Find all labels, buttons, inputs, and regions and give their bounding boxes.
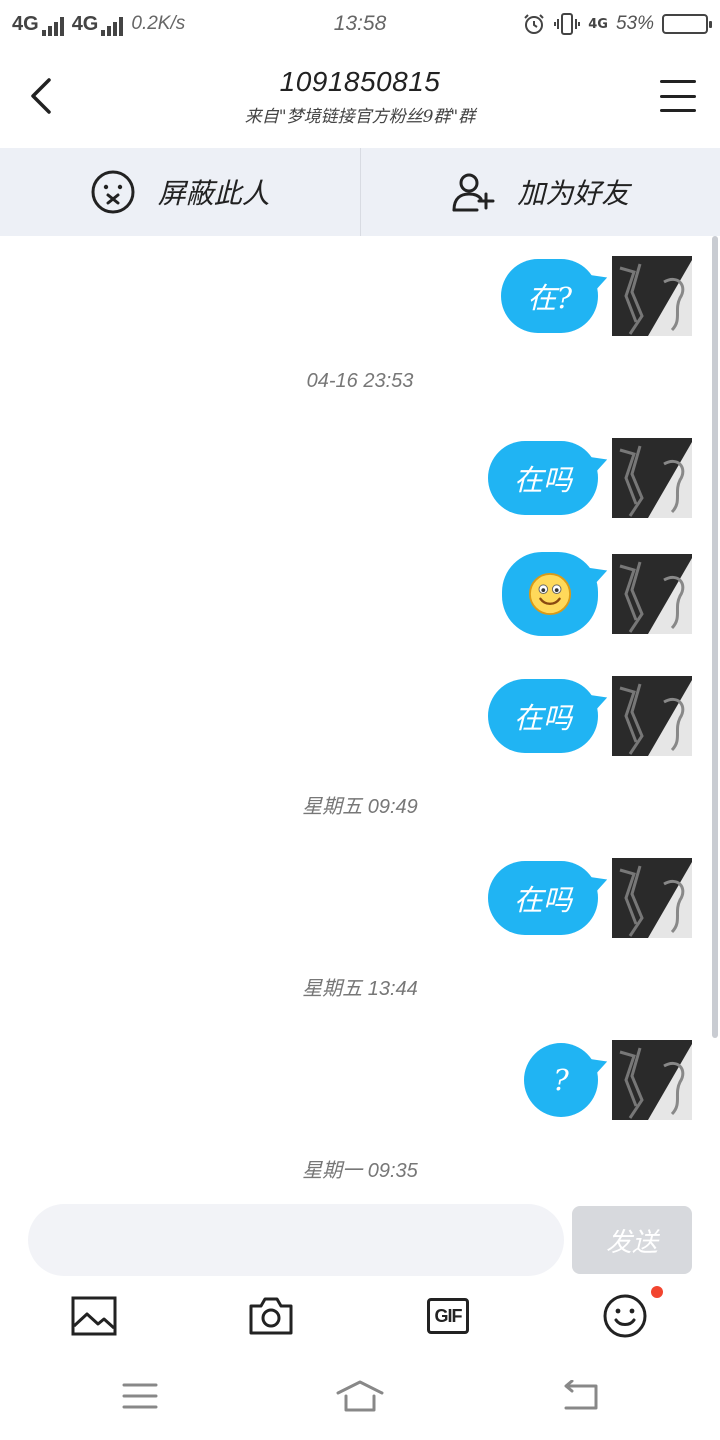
message-row: 在吗	[487, 858, 692, 938]
menu-icon-line	[660, 94, 696, 98]
avatar[interactable]	[612, 256, 692, 336]
back-nav-button[interactable]	[550, 1374, 610, 1418]
menu-icon-line	[660, 109, 696, 112]
send-button[interactable]: 发送	[572, 1206, 692, 1274]
chat-header: 1091850815 来自"梦境链接官方粉丝9群"群	[0, 48, 720, 148]
message-bubble[interactable]	[502, 552, 598, 636]
message-row: ?	[524, 1040, 692, 1120]
message-bubble[interactable]: 在吗	[487, 441, 598, 515]
timestamp: 星期一 09:35	[302, 1160, 418, 1182]
system-nav-bar	[0, 1360, 720, 1440]
status-left: 4G 4G 0.2K/s	[12, 13, 185, 36]
chat-messages[interactable]: 在? 04-16 23:53 在吗 在吗 星期五 09:49 在吗 星期五 13…	[0, 236, 720, 1196]
camera-icon	[249, 1297, 293, 1335]
add-friend-button[interactable]: 加为好友	[359, 148, 720, 236]
page-title: 1091850815	[279, 66, 441, 97]
image-icon	[71, 1296, 117, 1336]
signal-icon	[41, 16, 64, 36]
notification-dot	[651, 1286, 663, 1298]
scrollbar[interactable]	[712, 236, 718, 1038]
timestamp: 星期五 09:49	[302, 796, 418, 818]
title-block: 1091850815 来自"梦境链接官方粉丝9群"群	[150, 66, 570, 127]
add-user-icon	[452, 173, 495, 212]
network-speed: 0.2K/s	[131, 13, 186, 34]
input-bar: 发送	[0, 1204, 720, 1276]
emoji-icon	[603, 1294, 647, 1338]
battery-icon	[662, 14, 712, 34]
message-input[interactable]	[28, 1204, 564, 1276]
alarm-icon	[524, 14, 544, 34]
menu-button[interactable]	[658, 76, 698, 116]
home-button[interactable]	[330, 1374, 390, 1418]
smiley-emoji-icon	[528, 572, 572, 616]
timestamp: 04-16 23:53	[306, 370, 414, 392]
chevron-left-icon	[31, 78, 51, 114]
image-button[interactable]	[70, 1292, 118, 1340]
return-icon	[564, 1380, 598, 1410]
message-bubble[interactable]: 在吗	[487, 679, 598, 753]
emoji-button[interactable]	[601, 1286, 663, 1340]
add-friend-label: 加为好友	[517, 177, 630, 210]
recent-apps-button[interactable]	[110, 1374, 170, 1418]
message-row	[502, 552, 692, 636]
avatar[interactable]	[612, 438, 692, 518]
status-right: 4G 53%	[522, 12, 712, 36]
action-bar: 屏蔽此人 加为好友	[0, 148, 720, 236]
network-indicator-1: 4G	[12, 13, 64, 36]
timestamp: 星期五 13:44	[302, 978, 418, 1000]
block-user-label: 屏蔽此人	[157, 177, 270, 210]
message-row: 在吗	[487, 438, 692, 518]
block-user-button[interactable]: 屏蔽此人	[0, 148, 360, 236]
avatar[interactable]	[612, 858, 692, 938]
message-bubble[interactable]: ?	[524, 1043, 598, 1117]
page-subtitle: 来自"梦境链接官方粉丝9群"群	[244, 107, 476, 127]
vibrate-icon	[554, 13, 581, 35]
signal-icon	[101, 16, 124, 36]
battery-percent: 53%	[615, 13, 654, 34]
avatar[interactable]	[612, 1040, 692, 1120]
avatar[interactable]	[612, 676, 692, 756]
gif-icon: GIF	[427, 1298, 469, 1334]
message-row: 在吗	[487, 676, 692, 756]
avatar[interactable]	[612, 554, 692, 634]
camera-button[interactable]	[247, 1292, 295, 1340]
mini-network-type: 4G	[588, 16, 608, 32]
network-indicator-2: 4G	[72, 13, 124, 36]
menu-icon-line	[660, 80, 696, 83]
status-bar: 4G 4G 0.2K/s 13:58 4G 53%	[0, 0, 720, 48]
block-face-icon	[91, 170, 135, 214]
menu-lines-icon	[122, 1383, 158, 1409]
gif-button[interactable]: GIF	[424, 1292, 472, 1340]
message-row: 在?	[501, 256, 692, 336]
input-toolbar: GIF	[0, 1284, 720, 1348]
network-type-1: 4G	[12, 12, 39, 35]
network-type-2: 4G	[71, 12, 99, 35]
back-button[interactable]	[18, 72, 64, 120]
message-bubble[interactable]: 在吗	[487, 861, 598, 935]
home-icon	[336, 1380, 384, 1412]
message-bubble[interactable]: 在?	[501, 259, 598, 333]
